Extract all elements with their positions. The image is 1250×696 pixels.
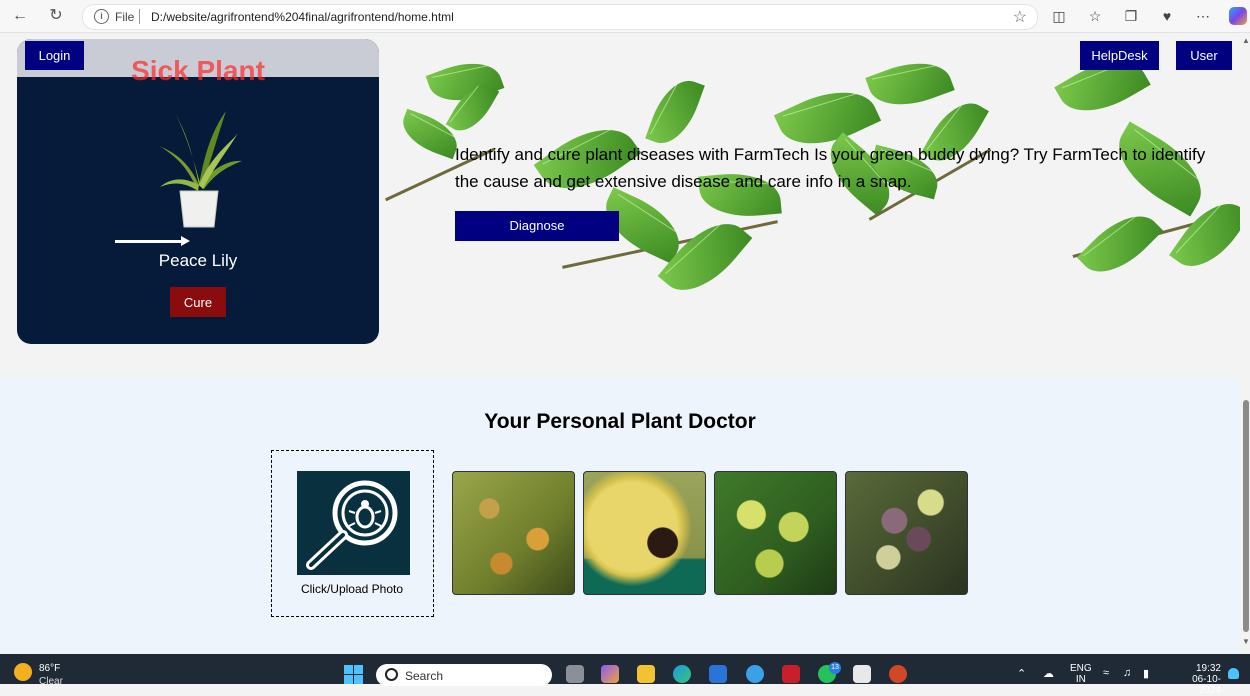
weather-condition: Clear	[39, 676, 63, 687]
taskbar-search[interactable]: Search	[376, 664, 552, 686]
address-divider	[139, 9, 140, 24]
diagnose-button[interactable]: Diagnose	[455, 211, 619, 241]
upload-photo-box[interactable]: Click/Upload Photo	[271, 450, 434, 617]
search-icon	[385, 668, 398, 681]
file-explorer-icon[interactable]	[637, 665, 655, 683]
arrow-line	[115, 240, 183, 243]
wifi-icon[interactable]: ≈	[1103, 667, 1109, 679]
clock-date: 06-10-2024	[1192, 674, 1221, 696]
feedback-icon[interactable]	[746, 665, 764, 683]
scroll-up-icon[interactable]: ▲	[1242, 36, 1250, 45]
battery-icon[interactable]: ▮	[1143, 667, 1149, 680]
back-icon[interactable]: ←	[10, 6, 30, 26]
store-icon[interactable]	[709, 665, 727, 683]
plant-doctor-section: Your Personal Plant Doctor Click/Upload …	[0, 378, 1240, 654]
volume-icon[interactable]: ♫	[1123, 667, 1131, 679]
plant-image	[158, 111, 242, 228]
address-bar[interactable]: i File D:/website/agrifrontend%204final/…	[82, 4, 1038, 30]
language-code: ENG	[1070, 663, 1092, 674]
disease-example-leaf-spot[interactable]	[714, 471, 837, 595]
page-viewport: Sick Plant Peace Lily Cure Login HelpDes…	[0, 33, 1240, 654]
taskbar-search-placeholder: Search	[405, 669, 444, 683]
split-screen-icon[interactable]: ◫	[1050, 7, 1068, 25]
login-button[interactable]: Login	[25, 41, 84, 70]
task-view-icon[interactable]	[566, 665, 584, 683]
copilot-icon[interactable]	[1229, 7, 1247, 25]
scroll-thumb[interactable]	[1243, 400, 1249, 632]
arrow-icon	[181, 236, 190, 246]
disease-example-rust[interactable]	[452, 471, 575, 595]
favorite-star-icon[interactable]: ☆	[1013, 7, 1027, 27]
snipping-tool-icon[interactable]	[853, 665, 871, 683]
weather-temperature: 86°F	[39, 663, 61, 674]
edge-icon[interactable]	[673, 665, 691, 683]
cure-button[interactable]: Cure	[170, 287, 226, 317]
whatsapp-badge: 13	[829, 662, 841, 674]
disease-example-fruit-rot[interactable]	[583, 471, 706, 595]
address-scheme: File	[115, 10, 135, 24]
user-button[interactable]: User	[1176, 41, 1232, 70]
hero-section: Sick Plant Peace Lily Cure Login HelpDes…	[0, 33, 1240, 378]
section-title: Your Personal Plant Doctor	[484, 410, 756, 433]
more-icon[interactable]: ⋯	[1194, 7, 1212, 25]
clock[interactable]: 19:32 06-10-2024	[1183, 663, 1221, 696]
tray-chevron-icon[interactable]: ⌃	[1017, 667, 1026, 680]
plant-name: Peace Lily	[158, 251, 238, 270]
upload-label: Click/Upload Photo	[300, 582, 404, 596]
powerpoint-icon[interactable]	[889, 665, 907, 683]
weather-moon-icon[interactable]	[14, 663, 32, 681]
region-code: IN	[1075, 674, 1086, 685]
sick-plant-card: Sick Plant Peace Lily Cure	[17, 39, 379, 344]
windows-start-icon[interactable]	[344, 665, 363, 684]
info-icon[interactable]: i	[94, 9, 109, 24]
disease-example-grape-rot[interactable]	[845, 471, 968, 595]
taskbar: 86°F Clear Search 13 ⌃ ☁ ENG IN ≈ ♫ ▮ 19…	[0, 654, 1250, 696]
browser-essentials-icon[interactable]: ♥	[1158, 7, 1176, 25]
clock-time: 19:32	[1195, 663, 1221, 674]
favorites-icon[interactable]: ☆	[1086, 7, 1104, 25]
helpdesk-button[interactable]: HelpDesk	[1080, 41, 1159, 70]
hero-description: Identify and cure plant diseases with Fa…	[455, 145, 1206, 191]
scroll-down-icon[interactable]: ▼	[1242, 637, 1250, 646]
language-indicator[interactable]: ENG IN	[1070, 663, 1092, 685]
refresh-icon[interactable]: ↻	[46, 6, 66, 26]
browser-toolbar: ← ↻ i File D:/website/agrifrontend%204fi…	[0, 0, 1250, 33]
mcafee-icon[interactable]	[782, 665, 800, 683]
address-url[interactable]: D:/website/agrifrontend%204final/agrifro…	[151, 10, 454, 24]
collections-icon[interactable]: ❐	[1122, 7, 1140, 25]
tray-app-icon[interactable]: ☁	[1043, 667, 1054, 680]
copilot-app-icon[interactable]	[601, 665, 619, 683]
bell-icon[interactable]	[1228, 668, 1239, 679]
search-bug-icon	[297, 471, 410, 575]
